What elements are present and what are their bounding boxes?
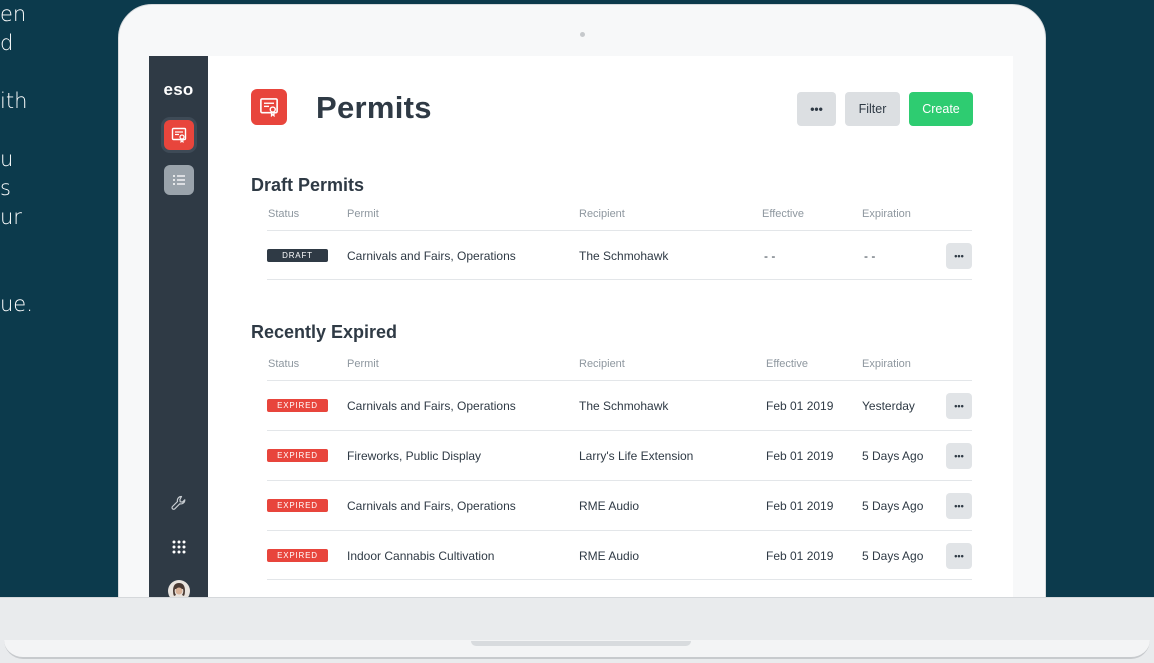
create-button[interactable]: Create [909,92,973,126]
page-title: Permits [316,90,432,125]
permit-name[interactable]: Carnivals and Fairs, Operations [347,399,516,413]
page-icon [251,89,287,125]
background-line [0,116,110,145]
column-header-effective[interactable]: Effective [762,208,804,220]
background-line: ith [0,89,28,113]
app-screen: eso Permits ••• Filter Create Draft Perm… [149,56,1013,597]
column-header-status[interactable]: Status [268,208,299,220]
background-line: ue. [0,292,33,316]
sidebar-item-list[interactable] [164,165,194,195]
column-header-permit[interactable]: Permit [347,358,379,370]
sidebar: eso [149,56,208,597]
background-text: en d ith u s ur ue. [0,0,110,319]
permit-name[interactable]: Fireworks, Public Display [347,449,481,463]
list-icon [173,175,185,185]
table-row[interactable]: DRAFT Carnivals and Fairs, Operations Th… [267,230,972,280]
expired-table-header: Status Permit Recipient Effective Expira… [267,358,972,378]
row-more-button[interactable]: ••• [946,493,972,519]
expiration-date: 5 Days Ago [862,549,924,563]
permit-icon [260,98,278,117]
background-line [0,232,110,261]
wrench-icon [170,495,185,510]
app-logo[interactable]: eso [149,80,208,100]
background-line: ur [0,205,22,229]
column-header-expiration[interactable]: Expiration [862,208,911,220]
draft-section-title: Draft Permits [251,175,365,195]
recipient-name[interactable]: The Schmohawk [579,249,668,263]
sidebar-item-tools[interactable] [149,494,208,512]
background-line: u [0,147,14,171]
effective-date: Feb 01 2019 [766,549,834,563]
main-content: Permits ••• Filter Create Draft Permits … [208,56,1013,597]
background-line: d [0,31,14,55]
effective-date: Feb 01 2019 [766,499,834,513]
effective-date: Feb 01 2019 [766,399,834,413]
permit-icon [171,127,187,143]
more-options-button[interactable]: ••• [797,92,836,126]
column-header-effective[interactable]: Effective [766,358,808,370]
status-badge: DRAFT [267,249,328,262]
row-more-button[interactable]: ••• [946,443,972,469]
recipient-name[interactable]: RME Audio [579,499,639,513]
expiration-date: - - [864,249,876,263]
expiration-date: Yesterday [862,399,915,413]
camera-dot [580,32,585,37]
filter-button[interactable]: Filter [845,92,900,126]
background-line: s [0,176,11,200]
avatar-icon [167,580,190,597]
column-header-recipient[interactable]: Recipient [579,358,625,370]
column-header-permit[interactable]: Permit [347,208,379,220]
table-row[interactable]: EXPIRED Carnivals and Fairs, Operations … [267,380,972,430]
table-row[interactable]: EXPIRED Carnivals and Fairs, Operations … [267,480,972,530]
row-more-button[interactable]: ••• [946,543,972,569]
effective-date: - - [764,249,776,263]
draft-table-header: Status Permit Recipient Effective Expira… [267,208,972,228]
status-badge: EXPIRED [267,549,328,562]
effective-date: Feb 01 2019 [766,449,834,463]
permit-name[interactable]: Carnivals and Fairs, Operations [347,249,516,263]
laptop-hinge [471,641,691,646]
background-line: en [0,2,27,26]
row-more-button[interactable]: ••• [946,393,972,419]
recipient-name[interactable]: The Schmohawk [579,399,668,413]
status-badge: EXPIRED [267,399,328,412]
table-row[interactable]: EXPIRED Fireworks, Public Display Larry'… [267,430,972,480]
column-header-recipient[interactable]: Recipient [579,208,625,220]
sidebar-item-permits[interactable] [164,120,194,150]
grid-icon [172,540,185,554]
row-more-button[interactable]: ••• [946,243,972,269]
table-row[interactable]: EXPIRED Indoor Cannabis Cultivation RME … [267,530,972,580]
expired-section-title: Recently Expired [251,322,398,342]
background-line [0,261,110,290]
background-line [0,58,110,87]
status-badge: EXPIRED [267,499,328,512]
status-badge: EXPIRED [267,449,328,462]
recipient-name[interactable]: Larry's Life Extension [579,449,693,463]
column-header-expiration[interactable]: Expiration [862,358,911,370]
expiration-date: 5 Days Ago [862,499,924,513]
column-header-status[interactable]: Status [268,358,299,370]
permit-name[interactable]: Carnivals and Fairs, Operations [347,499,516,513]
sidebar-item-apps[interactable] [149,539,208,555]
permit-name[interactable]: Indoor Cannabis Cultivation [347,549,494,563]
recipient-name[interactable]: RME Audio [579,549,639,563]
avatar[interactable] [149,580,208,597]
expiration-date: 5 Days Ago [862,449,924,463]
